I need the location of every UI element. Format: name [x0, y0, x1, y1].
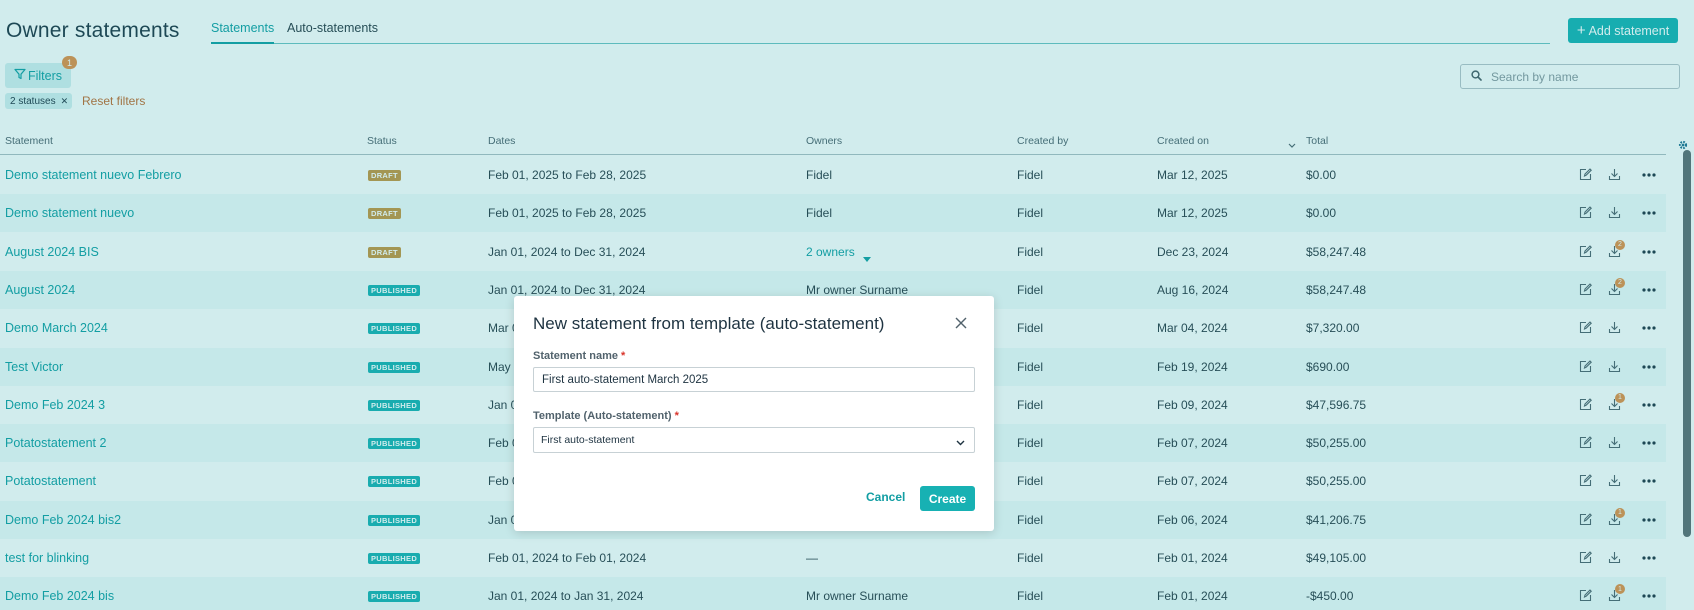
statement-name-input[interactable]: First auto-statement March 2025 — [533, 367, 975, 392]
new-statement-modal: New statement from template (auto-statem… — [514, 296, 994, 531]
template-label-text: Template (Auto-statement) — [533, 410, 672, 422]
statement-name-label: Statement name * — [533, 350, 625, 362]
cancel-button[interactable]: Cancel — [866, 490, 905, 504]
required-mark: * — [674, 410, 679, 422]
statement-name-label-text: Statement name — [533, 350, 618, 362]
create-button[interactable]: Create — [920, 486, 975, 511]
modal-title: New statement from template (auto-statem… — [533, 314, 885, 333]
chevron-down-icon — [956, 437, 965, 449]
close-icon[interactable] — [954, 316, 968, 330]
template-label: Template (Auto-statement) * — [533, 410, 679, 422]
template-select[interactable]: First auto-statement — [533, 427, 975, 453]
required-mark: * — [621, 350, 626, 362]
template-select-value: First auto-statement — [541, 434, 635, 446]
